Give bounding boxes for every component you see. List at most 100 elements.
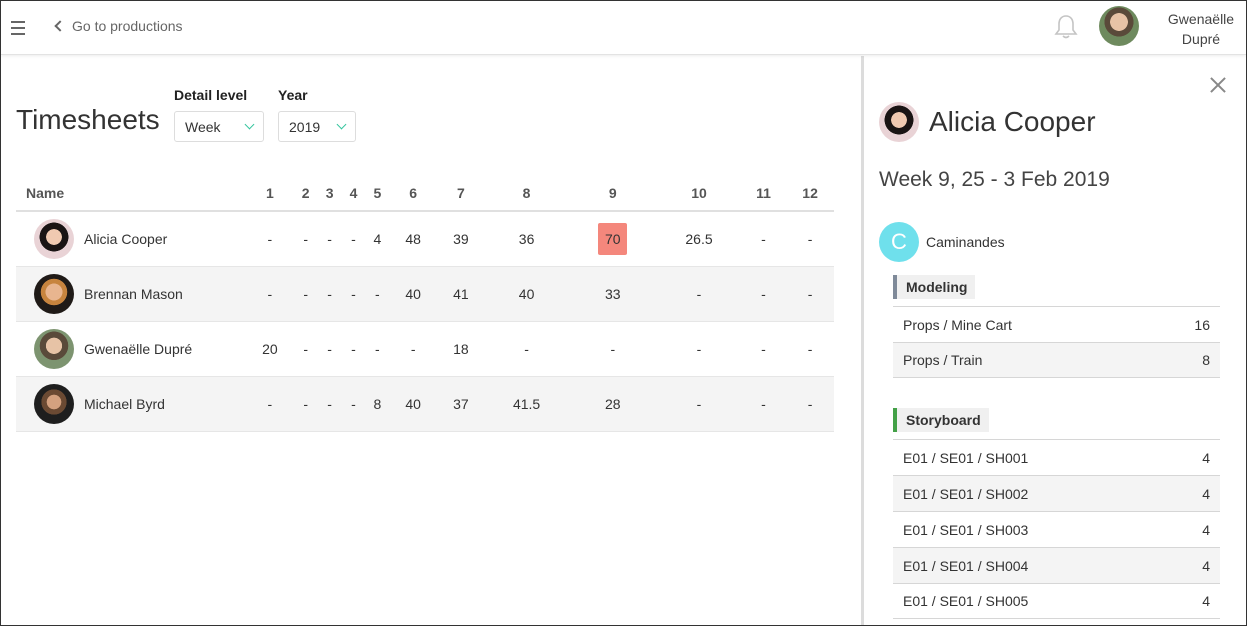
task-hours: 4 bbox=[1202, 521, 1210, 538]
time-cell[interactable]: - bbox=[786, 376, 834, 432]
week-column-header: 11 bbox=[740, 175, 787, 212]
time-cell[interactable]: - bbox=[484, 321, 569, 377]
task-hours: 4 bbox=[1202, 449, 1210, 466]
panel-person-name: Alicia Cooper bbox=[929, 106, 1096, 137]
time-cell[interactable]: 33 bbox=[568, 266, 658, 322]
time-cell[interactable]: 36 bbox=[484, 211, 569, 267]
time-cell[interactable]: - bbox=[317, 266, 342, 322]
time-cell[interactable]: 41 bbox=[437, 266, 485, 322]
detail-level-select[interactable]: Week bbox=[174, 111, 264, 142]
task-row[interactable]: E01 / SE01 / SH004 4 bbox=[893, 547, 1220, 583]
year-filter: Year 2019 bbox=[278, 87, 356, 142]
time-cell[interactable]: 39 bbox=[437, 211, 485, 267]
task-type-label: Storyboard bbox=[893, 408, 989, 432]
time-cell[interactable]: - bbox=[317, 321, 342, 377]
selected-value: 70 bbox=[598, 222, 628, 255]
avatar bbox=[34, 383, 74, 424]
task-entity: E01 / SE01 / SH002 bbox=[903, 485, 1029, 502]
time-cell[interactable]: - bbox=[246, 266, 294, 322]
time-cell[interactable]: - bbox=[317, 376, 342, 432]
time-cell[interactable]: 26.5 bbox=[657, 211, 741, 267]
person-cell[interactable]: Gwenaëlle Dupré bbox=[16, 321, 246, 377]
time-cell[interactable]: 20 bbox=[246, 321, 294, 377]
time-cell[interactable]: - bbox=[317, 211, 342, 267]
time-cell[interactable]: - bbox=[341, 321, 366, 377]
week-column-header: 1 bbox=[246, 175, 294, 212]
task-type-section-storyboard: Storyboard E01 / SE01 / SH001 4 E01 / SE… bbox=[893, 408, 1220, 619]
time-cell[interactable]: 40 bbox=[484, 266, 569, 322]
table-row: Michael Byrd - - - - 8 40 37 41.5 28 - -… bbox=[16, 376, 834, 432]
top-bar: Go to productions Gwenaëlle Dupré bbox=[1, 1, 1246, 55]
task-entity: E01 / SE01 / SH003 bbox=[903, 521, 1029, 538]
year-select[interactable]: 2019 bbox=[278, 111, 356, 142]
year-value: 2019 bbox=[289, 118, 321, 135]
detail-level-filter: Detail level Week bbox=[174, 87, 264, 142]
table-row: Gwenaëlle Dupré 20 - - - - - 18 - - - - … bbox=[16, 321, 834, 377]
time-cell[interactable]: - bbox=[389, 321, 438, 377]
time-cell[interactable]: - bbox=[786, 211, 834, 267]
time-cell[interactable]: - bbox=[657, 266, 741, 322]
time-cell[interactable]: - bbox=[293, 211, 318, 267]
time-cell[interactable]: 40 bbox=[389, 266, 438, 322]
back-to-productions-link[interactable]: Go to productions bbox=[54, 18, 183, 34]
user-name[interactable]: Gwenaëlle Dupré bbox=[1161, 9, 1241, 49]
week-column-header: 6 bbox=[389, 175, 438, 212]
week-column-header: 4 bbox=[341, 175, 366, 212]
person-cell[interactable]: Alicia Cooper bbox=[16, 211, 246, 267]
time-cell[interactable]: - bbox=[293, 321, 318, 377]
time-cell[interactable]: - bbox=[246, 376, 294, 432]
time-cell-selected[interactable]: 70 bbox=[568, 211, 658, 267]
task-entity: Props / Mine Cart bbox=[903, 316, 1012, 333]
time-cell[interactable]: - bbox=[365, 266, 390, 322]
page-title: Timesheets bbox=[16, 104, 160, 135]
time-cell[interactable]: - bbox=[657, 376, 741, 432]
task-entity: E01 / SE01 / SH001 bbox=[903, 449, 1029, 466]
time-cell[interactable]: - bbox=[740, 376, 787, 432]
avatar bbox=[34, 218, 74, 259]
task-row[interactable]: E01 / SE01 / SH002 4 bbox=[893, 475, 1220, 511]
time-cell[interactable]: 48 bbox=[389, 211, 438, 267]
time-cell[interactable]: - bbox=[568, 321, 658, 377]
time-cell[interactable]: - bbox=[740, 211, 787, 267]
timesheet-table: Name 1 2 3 4 5 6 7 8 9 10 11 12 Alicia C… bbox=[16, 175, 834, 432]
time-cell[interactable]: - bbox=[740, 321, 787, 377]
task-row[interactable]: E01 / SE01 / SH003 4 bbox=[893, 511, 1220, 547]
task-row[interactable]: E01 / SE01 / SH005 4 bbox=[893, 583, 1220, 619]
time-cell[interactable]: - bbox=[293, 266, 318, 322]
person-cell[interactable]: Michael Byrd bbox=[16, 376, 246, 432]
time-cell[interactable]: - bbox=[341, 376, 366, 432]
time-cell[interactable]: - bbox=[246, 211, 294, 267]
time-cell[interactable]: 37 bbox=[437, 376, 485, 432]
production-badge: C bbox=[879, 222, 919, 262]
detail-level-label: Detail level bbox=[174, 87, 248, 103]
time-cell[interactable]: - bbox=[786, 266, 834, 322]
week-column-header: 10 bbox=[657, 175, 741, 212]
menu-icon[interactable] bbox=[11, 21, 25, 35]
task-row[interactable]: Props / Train 8 bbox=[893, 342, 1220, 378]
person-cell[interactable]: Brennan Mason bbox=[16, 266, 246, 322]
task-row[interactable]: E01 / SE01 / SH001 4 bbox=[893, 439, 1220, 475]
task-row[interactable]: Props / Mine Cart 16 bbox=[893, 306, 1220, 342]
week-column-header: 9 bbox=[568, 175, 658, 212]
time-cell[interactable]: - bbox=[740, 266, 787, 322]
close-icon[interactable] bbox=[1209, 76, 1227, 94]
chevron-left-icon bbox=[54, 20, 66, 32]
name-column-header[interactable]: Name bbox=[16, 175, 246, 212]
time-cell[interactable]: 8 bbox=[365, 376, 390, 432]
time-cell[interactable]: 18 bbox=[437, 321, 485, 377]
task-hours: 4 bbox=[1202, 485, 1210, 502]
time-cell[interactable]: - bbox=[341, 266, 366, 322]
time-cell[interactable]: 40 bbox=[389, 376, 438, 432]
time-cell[interactable]: - bbox=[341, 211, 366, 267]
time-cell[interactable]: - bbox=[786, 321, 834, 377]
time-cell[interactable]: 41.5 bbox=[484, 376, 569, 432]
time-cell[interactable]: 4 bbox=[365, 211, 390, 267]
time-cell[interactable]: - bbox=[657, 321, 741, 377]
avatar bbox=[879, 102, 919, 142]
task-hours: 8 bbox=[1202, 352, 1210, 368]
time-cell[interactable]: - bbox=[293, 376, 318, 432]
time-cell[interactable]: - bbox=[365, 321, 390, 377]
user-avatar[interactable] bbox=[1099, 6, 1139, 46]
bell-icon[interactable] bbox=[1054, 14, 1078, 40]
time-cell[interactable]: 28 bbox=[568, 376, 658, 432]
